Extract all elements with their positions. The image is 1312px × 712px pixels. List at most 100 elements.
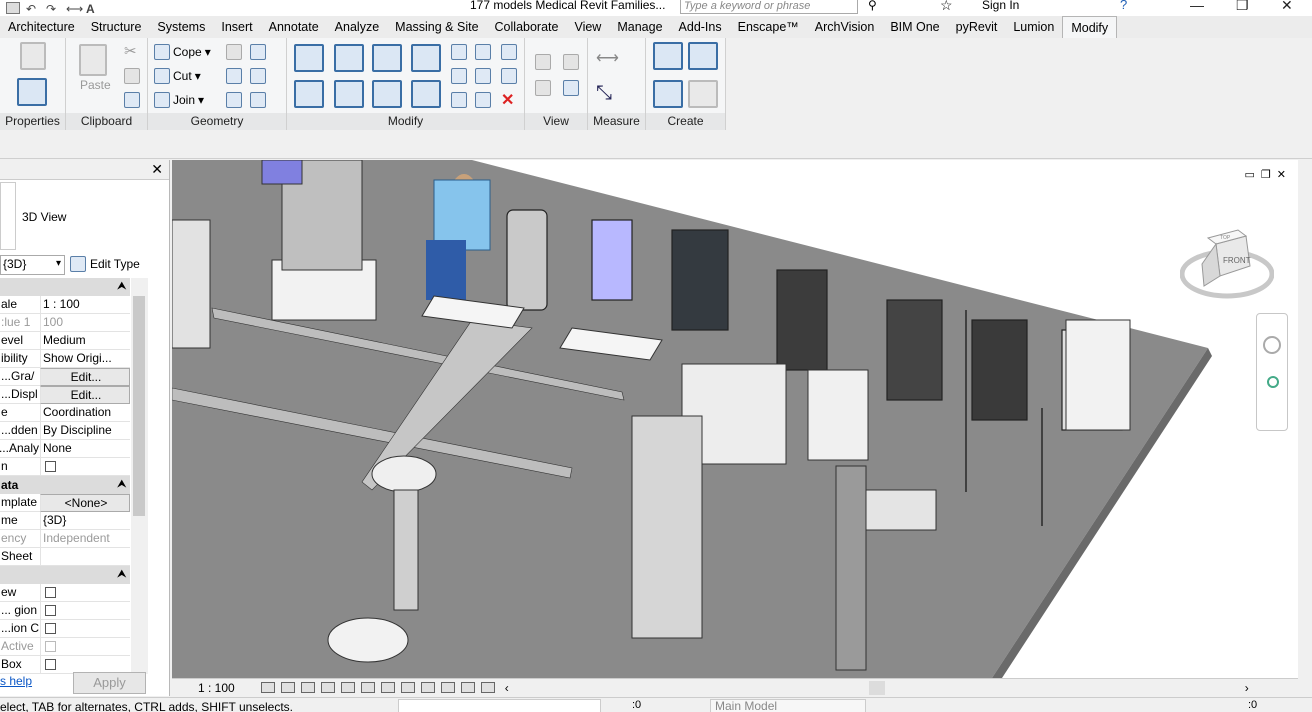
temporary-hide-icon[interactable] bbox=[420, 682, 435, 693]
scroll-right-icon[interactable]: › bbox=[1245, 681, 1249, 695]
close-view-icon[interactable]: ✕ bbox=[1277, 168, 1286, 181]
measure-icon[interactable]: ⟷ bbox=[66, 2, 83, 16]
paint-icon[interactable] bbox=[250, 44, 266, 60]
mirror-draw-icon[interactable] bbox=[411, 44, 441, 72]
array-icon[interactable] bbox=[451, 68, 467, 84]
identity-data-section-header[interactable]: ata ⮝ bbox=[0, 476, 130, 494]
split-face-icon[interactable] bbox=[226, 44, 242, 60]
sun-path-icon[interactable] bbox=[300, 682, 315, 693]
property-value[interactable]: Medium bbox=[40, 332, 130, 350]
property-edit-button[interactable]: <None> bbox=[40, 494, 130, 512]
demolish-icon[interactable] bbox=[250, 68, 266, 84]
create-similar-icon[interactable] bbox=[688, 80, 718, 108]
tab-systems[interactable]: Systems bbox=[149, 16, 213, 38]
shadows-icon[interactable] bbox=[320, 682, 335, 693]
active-model-selector[interactable]: Main Model bbox=[710, 699, 866, 712]
property-edit-button[interactable]: Edit... bbox=[40, 386, 130, 404]
property-checkbox[interactable] bbox=[45, 641, 56, 652]
hammer-icon[interactable] bbox=[250, 92, 266, 108]
restore-view-icon[interactable]: ❐ bbox=[1261, 168, 1271, 181]
mirror-axis-icon[interactable] bbox=[372, 44, 402, 72]
tab-annotate[interactable]: Annotate bbox=[261, 16, 327, 38]
type-selector[interactable]: {3D} ▾ bbox=[0, 255, 65, 275]
align-icon[interactable] bbox=[294, 44, 324, 72]
tab-archvision[interactable]: ArchVision bbox=[807, 16, 883, 38]
copy-element-icon[interactable] bbox=[334, 80, 364, 108]
steering-wheel-icon[interactable] bbox=[1263, 336, 1281, 354]
tab-add-ins[interactable]: Add-Ins bbox=[671, 16, 730, 38]
property-value[interactable] bbox=[40, 458, 130, 476]
property-checkbox[interactable] bbox=[45, 623, 56, 634]
maximize-icon[interactable]: ❐ bbox=[1236, 0, 1249, 14]
analysis-display-icon[interactable] bbox=[460, 682, 475, 693]
highlight-displacement-icon[interactable] bbox=[480, 682, 495, 693]
properties-icon[interactable] bbox=[17, 78, 47, 106]
measure-between-icon[interactable]: ⟷ bbox=[596, 48, 619, 68]
favorites-star-icon[interactable]: ☆ bbox=[940, 0, 953, 14]
property-value[interactable]: Independent bbox=[40, 530, 130, 548]
property-value[interactable]: Coordination bbox=[40, 404, 130, 422]
tab-lumion[interactable]: Lumion bbox=[1005, 16, 1062, 38]
property-value[interactable] bbox=[40, 638, 130, 656]
override-icon[interactable] bbox=[563, 54, 579, 70]
sign-in-button[interactable]: Sign In bbox=[982, 0, 1019, 12]
create-assembly-icon[interactable] bbox=[653, 42, 683, 70]
delete-icon[interactable]: ✕ bbox=[501, 90, 514, 110]
tab-analyze[interactable]: Analyze bbox=[327, 16, 387, 38]
apply-button[interactable]: Apply bbox=[73, 672, 146, 694]
property-value[interactable]: {3D} bbox=[40, 512, 130, 530]
viewcube[interactable]: FRONT TOP bbox=[1180, 228, 1274, 302]
offset-icon[interactable] bbox=[334, 44, 364, 72]
create-group-icon[interactable] bbox=[653, 80, 683, 108]
property-checkbox[interactable] bbox=[45, 587, 56, 598]
rotate-icon[interactable] bbox=[372, 80, 402, 108]
workset-selector[interactable] bbox=[398, 699, 601, 712]
undo-icon[interactable]: ↶ bbox=[26, 2, 40, 16]
text-icon[interactable]: A bbox=[86, 2, 100, 16]
tab-manage[interactable]: Manage bbox=[609, 16, 670, 38]
property-checkbox[interactable] bbox=[45, 605, 56, 616]
property-checkbox[interactable] bbox=[45, 461, 56, 472]
thin-lines-icon[interactable] bbox=[563, 80, 579, 96]
properties-scrollbar[interactable] bbox=[131, 278, 148, 674]
tab-pyrevit[interactable]: pyRevit bbox=[948, 16, 1006, 38]
visual-style-icon[interactable] bbox=[280, 682, 295, 693]
crop-view-icon[interactable] bbox=[360, 682, 375, 693]
tab-enscape[interactable]: Enscape™ bbox=[730, 16, 807, 38]
binoculars-icon[interactable]: ⚲ bbox=[868, 0, 877, 12]
tab-insert[interactable]: Insert bbox=[213, 16, 260, 38]
copy-icon[interactable] bbox=[124, 68, 140, 84]
hide-icon[interactable] bbox=[535, 54, 551, 70]
zoom-icon[interactable] bbox=[1267, 376, 1279, 388]
property-value[interactable] bbox=[40, 620, 130, 638]
redo-icon[interactable]: ↷ bbox=[46, 2, 60, 16]
detail-level-icon[interactable] bbox=[260, 682, 275, 693]
show-crop-icon[interactable] bbox=[380, 682, 395, 693]
extents-section-header[interactable]: ⮝ bbox=[0, 566, 130, 584]
reveal-hidden-icon[interactable] bbox=[440, 682, 455, 693]
cut-clipboard-icon[interactable]: ✂ bbox=[124, 42, 137, 60]
property-value[interactable] bbox=[40, 602, 130, 620]
pin-icon[interactable] bbox=[501, 68, 517, 84]
dimension-icon[interactable]: ⤡ bbox=[596, 82, 612, 105]
minimize-view-icon[interactable]: ▭ bbox=[1245, 168, 1255, 181]
3d-viewport[interactable]: ▭ ❐ ✕ FRONT TOP bbox=[172, 160, 1298, 678]
move-icon[interactable] bbox=[294, 80, 324, 108]
minimize-icon[interactable]: — bbox=[1190, 0, 1204, 13]
tab-view[interactable]: View bbox=[566, 16, 609, 38]
tab-bim-one[interactable]: BIM One bbox=[882, 16, 947, 38]
save-icon[interactable] bbox=[6, 2, 20, 14]
cope-button[interactable]: Cope ▾ bbox=[154, 44, 211, 60]
render-icon[interactable] bbox=[340, 682, 355, 693]
property-value[interactable]: Show Origi... bbox=[40, 350, 130, 368]
scrollbar-thumb[interactable] bbox=[133, 296, 145, 516]
tab-massing-site[interactable]: Massing & Site bbox=[387, 16, 486, 38]
match-properties-icon[interactable] bbox=[124, 92, 140, 108]
property-value[interactable]: By Discipline bbox=[40, 422, 130, 440]
beam-join-icon[interactable] bbox=[226, 92, 242, 108]
property-value[interactable] bbox=[40, 584, 130, 602]
property-value[interactable]: 1 : 100 bbox=[40, 296, 130, 314]
split-gap-icon[interactable] bbox=[475, 44, 491, 60]
wall-joins-icon[interactable] bbox=[226, 68, 242, 84]
scroll-left-icon[interactable]: ‹ bbox=[505, 681, 509, 695]
